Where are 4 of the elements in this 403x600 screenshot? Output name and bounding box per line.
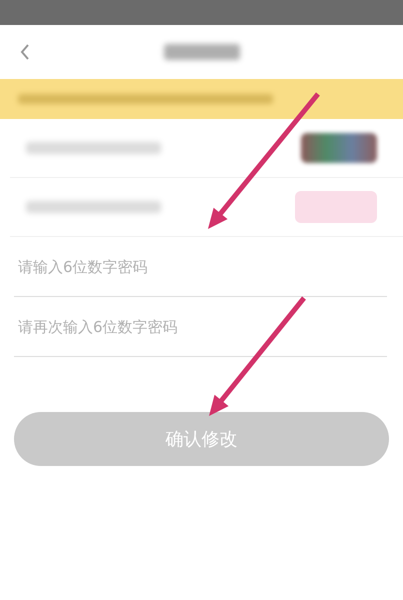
input-field[interactable]: 请输入6位数字密码 [14, 237, 387, 297]
input-field[interactable]: 请再次输入6位数字密码 [14, 297, 387, 357]
back-icon[interactable] [20, 43, 30, 61]
captcha-image[interactable] [301, 133, 377, 163]
